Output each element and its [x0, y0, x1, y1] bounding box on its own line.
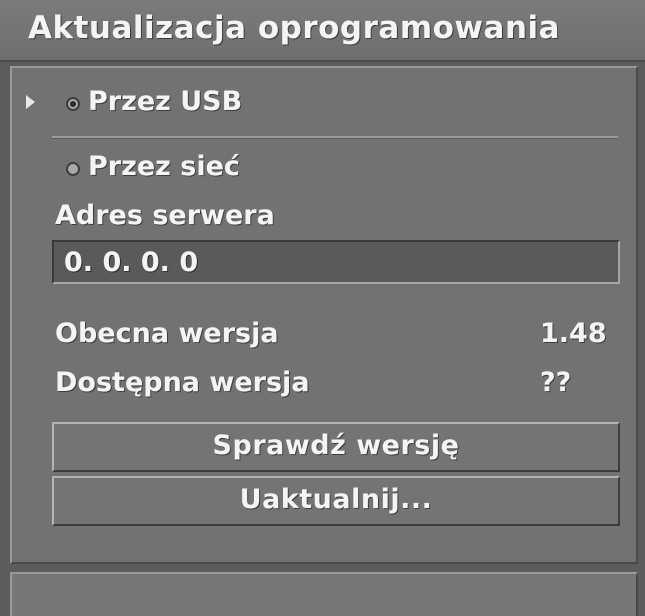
radio-usb-icon[interactable] [66, 97, 80, 111]
current-version-label: Obecna wersja [55, 318, 279, 349]
server-address-input[interactable]: 0. 0. 0. 0 [52, 240, 620, 284]
title-bar: Aktualizacja oprogramowania [0, 0, 645, 62]
option-usb-label[interactable]: Przez USB [88, 86, 242, 117]
check-version-button[interactable]: Sprawdź wersję [52, 422, 620, 472]
radio-network-icon[interactable] [66, 162, 80, 176]
current-version-value: 1.48 [540, 318, 607, 349]
server-address-label: Adres serwera [55, 200, 275, 231]
update-button[interactable]: Uaktualnij... [52, 476, 620, 526]
status-bar [10, 572, 638, 616]
server-address-value: 0. 0. 0. 0 [64, 247, 199, 278]
available-version-value: ?? [540, 367, 572, 398]
option-network-label[interactable]: Przez sieć [88, 151, 240, 182]
available-version-label: Dostępna wersja [55, 367, 310, 398]
window-title: Aktualizacja oprogramowania [28, 10, 561, 46]
selection-arrow-icon [26, 95, 35, 109]
divider [52, 136, 618, 139]
